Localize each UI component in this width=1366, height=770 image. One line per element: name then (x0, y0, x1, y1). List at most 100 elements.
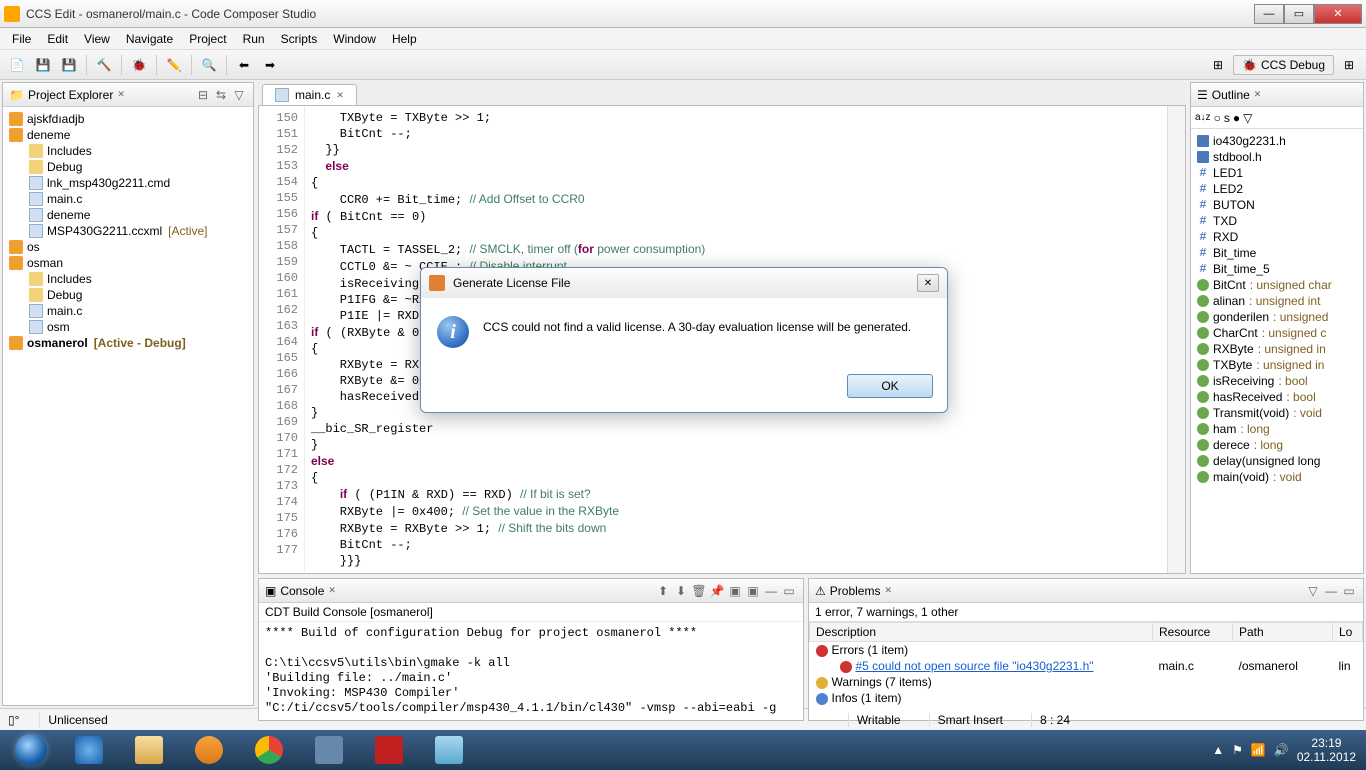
maximize-button[interactable]: ▭ (1284, 4, 1314, 24)
tree-item[interactable]: Includes (7, 143, 249, 159)
menu-file[interactable]: File (4, 30, 39, 48)
outline-item[interactable]: CharCnt : unsigned c (1195, 325, 1359, 341)
menu-navigate[interactable]: Navigate (118, 30, 181, 48)
col-resource[interactable]: Resource (1153, 623, 1233, 642)
view-close-icon[interactable]: ✕ (117, 89, 125, 100)
minimize-button[interactable]: — (1254, 4, 1284, 24)
problem-row[interactable]: Warnings (7 items) (810, 674, 1363, 690)
outline-item[interactable]: #LED2 (1195, 181, 1359, 197)
outline-item[interactable]: alinan : unsigned int (1195, 293, 1359, 309)
hide-fields-icon[interactable]: ○ (1214, 111, 1221, 125)
tree-item[interactable]: Includes (7, 271, 249, 287)
editor-tab-main-c[interactable]: main.c ✕ (262, 84, 357, 105)
save-all-button[interactable]: 💾 (58, 54, 80, 76)
tree-item[interactable]: main.c (7, 303, 249, 319)
outline-item[interactable]: #RXD (1195, 229, 1359, 245)
forward-button[interactable]: ➡ (259, 54, 281, 76)
open-console-icon[interactable]: ▣ (745, 583, 761, 599)
tree-item[interactable]: Debug (7, 159, 249, 175)
flag-icon[interactable]: ⚑ (1232, 743, 1243, 757)
view-menu-icon[interactable]: ▽ (231, 87, 247, 103)
menu-view[interactable]: View (76, 30, 118, 48)
outline-tree[interactable]: io430g2231.hstdbool.h#LED1#LED2#BUTON#TX… (1191, 129, 1363, 573)
taskbar-media[interactable] (180, 732, 238, 768)
wand-button[interactable]: ✏️ (163, 54, 185, 76)
save-button[interactable]: 💾 (32, 54, 54, 76)
network-icon[interactable]: 📶 (1251, 743, 1266, 757)
outline-item[interactable]: #TXD (1195, 213, 1359, 229)
problems-table[interactable]: Description Resource Path Lo Errors (1 i… (809, 622, 1363, 706)
project-tree[interactable]: ajskfdıadjbdenemeIncludesDebuglnk_msp430… (3, 107, 253, 705)
taskbar-pdf[interactable] (360, 732, 418, 768)
new-button[interactable]: 📄 (6, 54, 28, 76)
tree-item[interactable]: os (7, 239, 249, 255)
console-output[interactable]: **** Build of configuration Debug for pr… (259, 622, 803, 720)
tree-item[interactable]: main.c (7, 191, 249, 207)
problem-row[interactable]: Infos (1 item) (810, 690, 1363, 706)
outline-item[interactable]: TXByte : unsigned in (1195, 357, 1359, 373)
tree-item[interactable]: ajskfdıadjb (7, 111, 249, 127)
outline-item[interactable]: BitCnt : unsigned char (1195, 277, 1359, 293)
outline-item[interactable]: main(void) : void (1195, 469, 1359, 485)
sort-icon[interactable]: a↓z (1195, 112, 1211, 123)
perspective-other[interactable]: ⊞ (1338, 54, 1360, 76)
maximize-icon[interactable]: ▭ (781, 583, 797, 599)
tree-item[interactable]: osman (7, 255, 249, 271)
tree-item[interactable]: Debug (7, 287, 249, 303)
view-close-icon[interactable]: ✕ (884, 585, 892, 596)
col-location[interactable]: Lo (1333, 623, 1363, 642)
scroll-down-icon[interactable]: ⬇ (673, 583, 689, 599)
build-button[interactable]: 🔨 (93, 54, 115, 76)
taskbar-explorer[interactable] (120, 732, 178, 768)
taskbar-ie[interactable] (60, 732, 118, 768)
outline-item[interactable]: isReceiving : bool (1195, 373, 1359, 389)
clear-console-icon[interactable]: 🗑 (691, 583, 707, 599)
overview-ruler[interactable] (1167, 106, 1185, 573)
hide-static-icon[interactable]: s (1224, 111, 1230, 125)
tree-item[interactable]: osmanerol [Active - Debug] (7, 335, 249, 351)
pin-console-icon[interactable]: 📌 (709, 583, 725, 599)
minimize-icon[interactable]: — (763, 583, 779, 599)
outline-item[interactable]: #LED1 (1195, 165, 1359, 181)
menu-scripts[interactable]: Scripts (273, 30, 326, 48)
taskbar-paint[interactable] (420, 732, 478, 768)
volume-icon[interactable]: 🔊 (1274, 743, 1289, 757)
link-editor-icon[interactable]: ⇆ (213, 87, 229, 103)
outline-item[interactable]: stdbool.h (1195, 149, 1359, 165)
menu-run[interactable]: Run (235, 30, 273, 48)
search-button[interactable]: 🔍 (198, 54, 220, 76)
view-close-icon[interactable]: ✕ (328, 585, 336, 596)
outline-item[interactable]: #Bit_time (1195, 245, 1359, 261)
menu-project[interactable]: Project (181, 30, 234, 48)
tray-arrow-icon[interactable]: ▲ (1212, 743, 1224, 757)
outline-item[interactable]: ham : long (1195, 421, 1359, 437)
col-description[interactable]: Description (810, 623, 1153, 642)
menu-help[interactable]: Help (384, 30, 425, 48)
menu-edit[interactable]: Edit (39, 30, 76, 48)
open-perspective-button[interactable]: ⊞ (1207, 54, 1229, 76)
dialog-titlebar[interactable]: Generate License File ✕ (421, 268, 947, 298)
problem-row[interactable]: #5 could not open source file "io430g223… (810, 658, 1363, 674)
maximize-icon[interactable]: ▭ (1341, 583, 1357, 599)
taskbar-vbox[interactable] (300, 732, 358, 768)
close-button[interactable]: ✕ (1314, 4, 1362, 24)
back-button[interactable]: ⬅ (233, 54, 255, 76)
view-menu-icon[interactable]: ▽ (1305, 583, 1321, 599)
system-tray[interactable]: ▲ ⚑ 📶 🔊 23:19 02.11.2012 (1206, 736, 1362, 764)
tree-item[interactable]: osm (7, 319, 249, 335)
filter-icon[interactable]: ▽ (1243, 111, 1252, 125)
problem-row[interactable]: Errors (1 item) (810, 642, 1363, 659)
hide-nonpublic-icon[interactable]: ● (1233, 111, 1240, 125)
minimize-icon[interactable]: — (1323, 583, 1339, 599)
outline-item[interactable]: delay(unsigned long (1195, 453, 1359, 469)
outline-item[interactable]: #BUTON (1195, 197, 1359, 213)
view-close-icon[interactable]: ✕ (1254, 89, 1262, 100)
dialog-close-button[interactable]: ✕ (917, 274, 939, 292)
ok-button[interactable]: OK (847, 374, 933, 398)
outline-item[interactable]: io430g2231.h (1195, 133, 1359, 149)
collapse-all-icon[interactable]: ⊟ (195, 87, 211, 103)
scroll-up-icon[interactable]: ⬆ (655, 583, 671, 599)
outline-item[interactable]: hasReceived : bool (1195, 389, 1359, 405)
tab-close-icon[interactable]: ✕ (336, 90, 344, 101)
menu-window[interactable]: Window (325, 30, 384, 48)
